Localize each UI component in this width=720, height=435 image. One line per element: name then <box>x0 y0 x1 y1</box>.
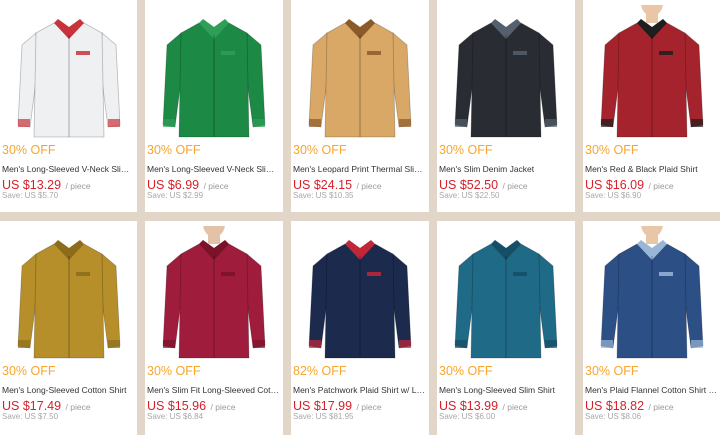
price-unit: / piece <box>502 402 528 412</box>
product-grid: 30% OFF Men's Long-Sleeved V-Neck Slim Fi… <box>0 0 720 435</box>
product-image[interactable] <box>437 0 575 140</box>
product-price: US $24.15 <box>293 178 353 192</box>
teal-slim-shirt-icon <box>454 240 558 359</box>
savings-text: Save: US $7.50 <box>2 412 59 421</box>
product-title-link[interactable]: Men's Leopard Print Thermal Slim Fit Shi… <box>293 164 427 174</box>
product-price: US $6.99 <box>147 178 200 192</box>
price-unit: / piece <box>648 181 674 191</box>
product-card[interactable]: 30% OFF Men's Long-Sleeved Cotton Shirt US… <box>0 221 137 435</box>
price-unit: / piece <box>65 181 91 191</box>
product-card[interactable]: 30% OFF Men's Red & Black Plaid Shirt US $… <box>583 0 720 212</box>
product-price: US $52.50 <box>439 178 499 192</box>
discount-badge: 30% OFF <box>2 364 56 378</box>
price-unit: / piece <box>502 181 528 191</box>
discount-badge: 30% OFF <box>585 143 639 157</box>
product-title-link[interactable]: Men's Patchwork Plaid Shirt w/ Long Slee… <box>293 385 427 395</box>
white-dotted-polo-shirt-icon <box>17 19 120 138</box>
product-card[interactable]: 30% OFF Men's Plaid Flannel Cotton Shirt … <box>583 221 720 435</box>
product-image[interactable] <box>583 221 720 361</box>
product-price: US $16.09 <box>585 178 645 192</box>
savings-text: Save: US $2.99 <box>147 191 204 200</box>
savings-text: Save: US $6.90 <box>585 191 642 200</box>
savings-text: Save: US $6.84 <box>147 412 204 421</box>
mustard-cotton-shirt-icon <box>17 240 120 359</box>
product-title-link[interactable]: Men's Long-Sleeved Cotton Shirt <box>2 385 135 395</box>
product-title-link[interactable]: Men's Long-Sleeved V-Neck Slim Fit T-Shi… <box>2 164 135 174</box>
savings-text: Save: US $5.70 <box>2 191 59 200</box>
product-title-link[interactable]: Men's Slim Denim Jacket <box>439 164 573 174</box>
product-price: US $17.99 <box>293 399 353 413</box>
discount-badge: 30% OFF <box>439 364 493 378</box>
product-price: US $13.99 <box>439 399 499 413</box>
product-image[interactable] <box>437 221 575 361</box>
product-title-link[interactable]: Men's Red & Black Plaid Shirt <box>585 164 718 174</box>
discount-badge: 82% OFF <box>293 364 347 378</box>
price-unit: / piece <box>65 402 91 412</box>
product-image[interactable] <box>0 221 137 361</box>
red-black-plaid-shirt-icon <box>600 5 703 138</box>
savings-text: Save: US $22.50 <box>439 191 500 200</box>
product-image[interactable] <box>145 0 283 140</box>
product-image[interactable] <box>0 0 137 140</box>
price-unit: / piece <box>356 181 382 191</box>
product-card[interactable]: 30% OFF Men's Slim Denim Jacket US $52.50 … <box>437 0 575 212</box>
discount-badge: 30% OFF <box>293 143 347 157</box>
product-price: US $13.29 <box>2 178 62 192</box>
product-price: US $15.96 <box>147 399 207 413</box>
blue-plaid-flannel-shirt-icon <box>600 226 703 359</box>
discount-badge: 30% OFF <box>147 143 201 157</box>
discount-badge: 30% OFF <box>585 364 639 378</box>
product-card[interactable]: 30% OFF Men's Slim Fit Long-Sleeved Cotto… <box>145 221 283 435</box>
product-price: US $18.82 <box>585 399 645 413</box>
price-unit: / piece <box>210 402 236 412</box>
savings-text: Save: US $10.35 <box>293 191 354 200</box>
denim-jacket-icon <box>454 19 558 138</box>
discount-badge: 30% OFF <box>2 143 56 157</box>
product-card[interactable]: 30% OFF Men's Long-Sleeved V-Neck Slim Fi… <box>0 0 137 212</box>
price-unit: / piece <box>203 181 229 191</box>
discount-badge: 30% OFF <box>439 143 493 157</box>
green-long-sleeve-shirt-icon <box>162 19 266 138</box>
product-card[interactable]: 30% OFF Men's Leopard Print Thermal Slim … <box>291 0 429 212</box>
product-image[interactable] <box>145 221 283 361</box>
savings-text: Save: US $8.06 <box>585 412 642 421</box>
leopard-print-shirt-icon <box>308 19 412 138</box>
product-title-link[interactable]: Men's Long-Sleeved V-Neck Slim Shirt <box>147 164 281 174</box>
price-unit: / piece <box>356 402 382 412</box>
navy-patchwork-shirt-icon <box>308 240 412 359</box>
discount-badge: 30% OFF <box>147 364 201 378</box>
product-title-link[interactable]: Men's Plaid Flannel Cotton Shirt w/ Pock… <box>585 385 718 395</box>
product-image[interactable] <box>291 0 429 140</box>
product-card[interactable]: 30% OFF Men's Long-Sleeved V-Neck Slim Sh… <box>145 0 283 212</box>
product-card[interactable]: 30% OFF Men's Long-Sleeved Slim Shirt US $… <box>437 221 575 435</box>
savings-text: Save: US $6.00 <box>439 412 496 421</box>
product-title-link[interactable]: Men's Slim Fit Long-Sleeved Cotton Shirt <box>147 385 281 395</box>
product-image[interactable] <box>583 0 720 140</box>
product-title-link[interactable]: Men's Long-Sleeved Slim Shirt <box>439 385 573 395</box>
product-price: US $17.49 <box>2 399 62 413</box>
burgundy-shirt-icon <box>162 226 266 359</box>
product-card[interactable]: 82% OFF Men's Patchwork Plaid Shirt w/ Lo… <box>291 221 429 435</box>
savings-text: Save: US $81.95 <box>293 412 354 421</box>
price-unit: / piece <box>648 402 674 412</box>
product-image[interactable] <box>291 221 429 361</box>
